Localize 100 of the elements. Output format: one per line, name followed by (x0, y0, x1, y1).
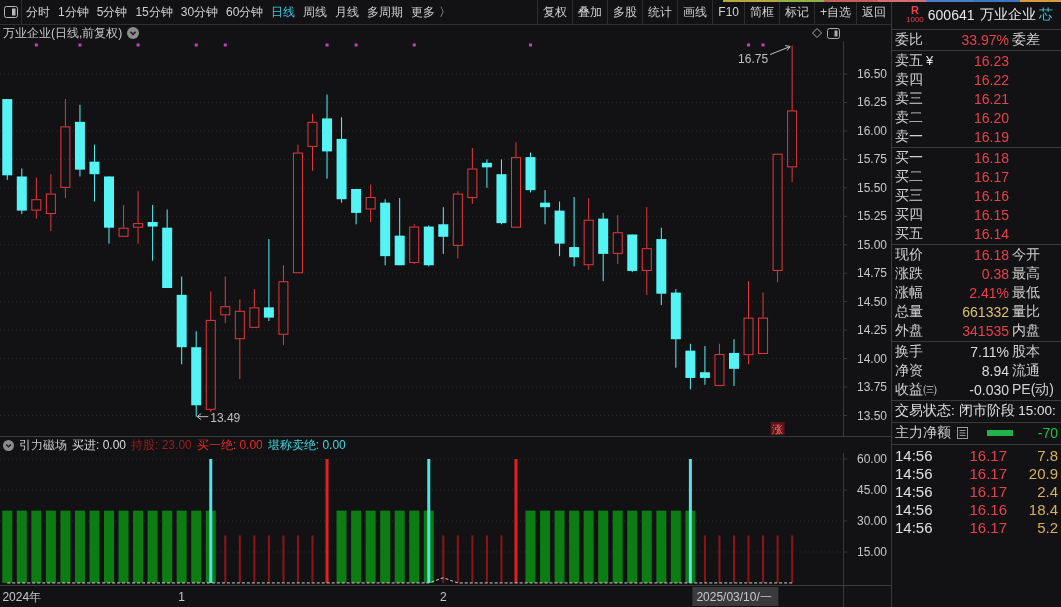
bar (282, 535, 285, 583)
toolbar-button[interactable]: 多股 (607, 0, 643, 24)
trade-volume: 5.2 (1036, 518, 1059, 536)
bar (703, 535, 706, 583)
axis-label: 13.75 (857, 380, 888, 395)
quote-label: 今开 (1012, 245, 1041, 264)
candle-body (743, 317, 754, 356)
candle-wick (137, 190, 139, 245)
period-tab[interactable]: 月线 (331, 0, 364, 24)
quote-value: 16.18 (972, 246, 1009, 263)
candle-body (583, 219, 594, 266)
period-tab[interactable]: 30分钟 (176, 0, 223, 24)
ask-label: 卖五 (895, 51, 923, 70)
quote-label: 股本 (1012, 342, 1041, 361)
toolbar-button[interactable]: 叠加 (572, 0, 608, 24)
candle-body (74, 121, 85, 170)
axis-label: 15.00 (857, 237, 888, 252)
price-annotation: 16.75 (738, 52, 769, 67)
candle-body (118, 227, 129, 237)
indicator-readout: 堪称卖绝: 0.00 (267, 436, 346, 454)
period-tab[interactable]: 60分钟 (222, 0, 268, 24)
candle-wick (515, 141, 517, 158)
candle-wick (442, 206, 444, 255)
sidebar-icon[interactable] (827, 27, 840, 39)
candle-wick (617, 214, 619, 265)
axis-label: 2024年 (2, 590, 42, 604)
axis-label: 15.00 (857, 544, 888, 559)
candle-body (234, 310, 245, 340)
candle-wick (297, 144, 299, 154)
list-icon[interactable] (957, 427, 968, 439)
period-tab[interactable]: 5分钟 (92, 0, 132, 24)
chevron-down-icon[interactable] (3, 439, 14, 451)
candle-body (365, 196, 376, 210)
trade-time: 14:56 (895, 500, 934, 518)
candle-wick (253, 288, 255, 308)
candle-wick (718, 343, 720, 355)
period-tab[interactable]: 更多 〉 (407, 0, 455, 24)
axis-label: 30.00 (857, 513, 888, 528)
quote-label: 净资 (895, 361, 924, 380)
bid-price: 16.17 (972, 168, 1009, 185)
diamond-icon[interactable] (812, 28, 822, 38)
toolbar-button[interactable]: 画线 (677, 0, 713, 24)
axis-label: 13.50 (857, 408, 888, 423)
trade-price: 16.17 (968, 518, 1007, 536)
candle-body (670, 292, 681, 340)
stock-code: 600641 (927, 6, 975, 23)
quote-label: 换手 (895, 342, 924, 361)
candle-wick (152, 204, 154, 262)
period-tab[interactable]: 日线 (267, 0, 300, 24)
axis-label: 60.00 (857, 453, 888, 466)
period-tab[interactable]: 周线 (299, 0, 332, 24)
quote-label: 最高 (1012, 264, 1041, 283)
period-tab[interactable]: 1分钟 (54, 0, 93, 24)
quote-value: 0.38 (980, 265, 1009, 282)
candle-wick (370, 183, 372, 223)
period-tab[interactable]: 分时 (22, 0, 54, 24)
candle-body (438, 224, 449, 237)
toolbar-button[interactable]: 复权 (537, 0, 573, 24)
candle-wick (573, 196, 575, 267)
ask-price: 16.19 (972, 128, 1009, 145)
chevron-down-icon[interactable] (127, 27, 140, 39)
candle-body (380, 202, 391, 257)
axis-label: 15.75 (857, 152, 888, 167)
candle-wick (50, 173, 52, 232)
candle-body (351, 189, 362, 213)
period-tab[interactable]: 多周期 (363, 0, 408, 24)
candle-body (336, 138, 347, 200)
bar (311, 535, 314, 583)
axis-label: 16.25 (857, 95, 888, 110)
chart-title: 万业企业(日线,前复权) (3, 24, 123, 42)
quote-label: 涨幅 (895, 283, 924, 302)
candle-wick (93, 144, 95, 202)
candle-body (220, 306, 231, 316)
trade-volume: 20.9 (1027, 464, 1059, 482)
currency-mark: ¥ (926, 53, 934, 68)
ask-label: 卖一 (895, 127, 923, 146)
bar (791, 535, 794, 583)
bar (500, 535, 503, 583)
toolbar-button[interactable]: 统计 (642, 0, 678, 24)
candle-body (787, 110, 798, 168)
ask-price: 16.21 (972, 90, 1009, 107)
sidebar-icon[interactable] (3, 6, 18, 18)
arrow-icon (769, 45, 791, 56)
trade-price: 16.16 (968, 500, 1007, 518)
period-tab[interactable]: 15分钟 (131, 0, 177, 24)
candle-wick (123, 204, 125, 229)
candle-body (627, 234, 638, 271)
candle-body (307, 121, 318, 147)
ask-label: 卖四 (895, 70, 923, 89)
bar (762, 535, 765, 583)
candle-body (612, 232, 623, 254)
arrow-icon (196, 413, 209, 421)
quote-label: 涨跌 (895, 264, 924, 283)
axis-label: 16.50 (857, 67, 888, 81)
candle-body (45, 193, 56, 215)
candle-wick (704, 345, 706, 386)
field-value: 33.97% (960, 31, 1009, 48)
candle-wick (35, 177, 37, 220)
bid-price: 16.15 (972, 206, 1009, 223)
candle-body (510, 157, 521, 228)
